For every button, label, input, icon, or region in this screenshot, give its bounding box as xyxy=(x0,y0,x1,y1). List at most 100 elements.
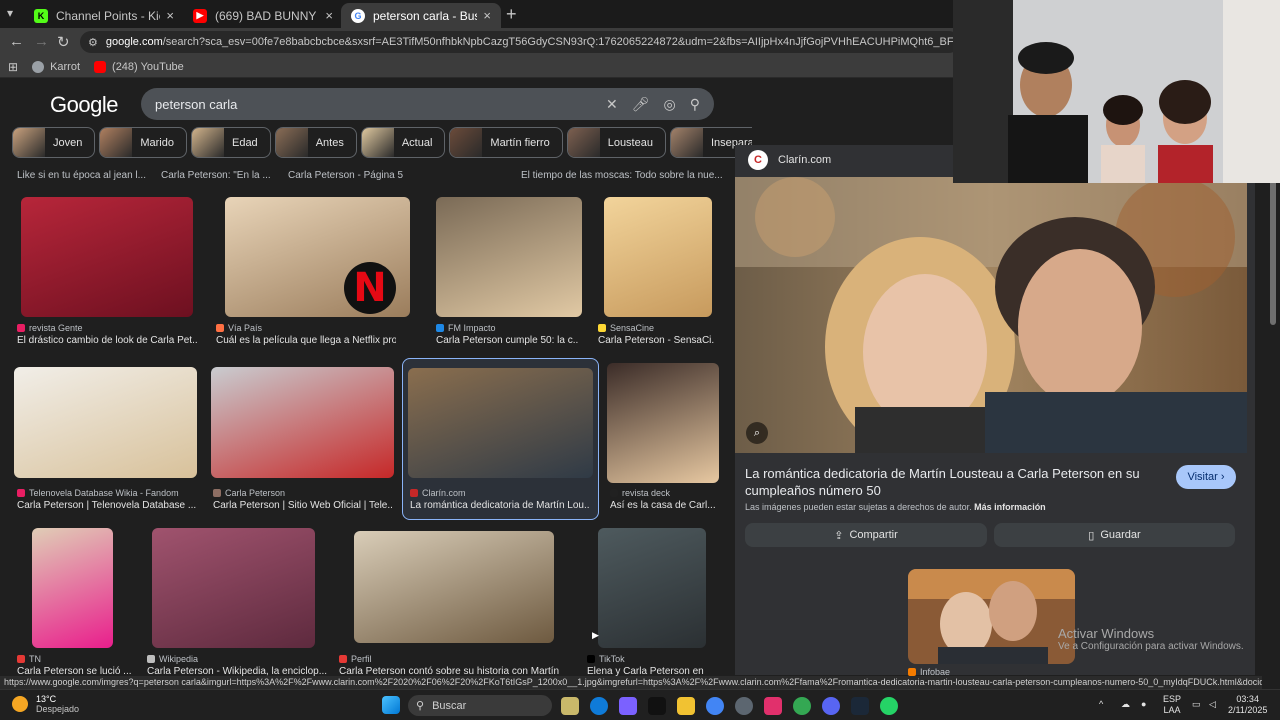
save-button[interactable]: ▯ Guardar xyxy=(994,523,1235,547)
search-box[interactable]: peterson carla ✕ 🎤︎ ◎ ⚲ xyxy=(141,88,714,120)
result-caption[interactable]: La romántica dedicatoria de Martín Lou..… xyxy=(410,500,590,511)
chip-1[interactable]: Marido xyxy=(99,127,187,158)
caption[interactable]: Like si en tu época al jean l... xyxy=(17,170,146,181)
clear-icon[interactable]: ✕ xyxy=(606,96,618,113)
result-source[interactable]: SensaCine xyxy=(598,323,654,333)
search-icon[interactable]: ⚲ xyxy=(690,96,700,113)
preview-image[interactable] xyxy=(735,177,1247,453)
taskbar-search[interactable]: ⚲ Buscar xyxy=(408,695,552,716)
result-caption[interactable]: Así es la casa de Carl... xyxy=(610,500,722,511)
reload-icon[interactable]: ↻ xyxy=(57,33,70,51)
result-caption[interactable]: Carla Peterson | Sitio Web Oficial | Tel… xyxy=(213,500,393,511)
bookmark-youtube[interactable]: (248) YouTube xyxy=(94,60,184,73)
chrome-icon[interactable] xyxy=(706,697,724,715)
weather-desc: Despejado xyxy=(36,704,80,714)
result-source[interactable]: Vía País xyxy=(216,323,262,333)
chevron-up-icon[interactable]: ^ xyxy=(1099,699,1103,710)
discord-icon[interactable] xyxy=(822,697,840,715)
result-source[interactable]: Clarín.com xyxy=(410,488,466,498)
page-scrollbar[interactable] xyxy=(1270,180,1276,325)
lens-icon[interactable]: ◎ xyxy=(664,96,676,113)
copilot-icon[interactable] xyxy=(619,697,637,715)
back-icon[interactable]: ← xyxy=(9,33,24,50)
edge-icon[interactable] xyxy=(590,697,608,715)
result-thumbnail[interactable] xyxy=(436,197,582,317)
result-thumbnail[interactable] xyxy=(32,528,113,648)
result-source[interactable]: revista Gente xyxy=(17,323,83,333)
chip-3[interactable]: Antes xyxy=(274,127,357,158)
chip-5[interactable]: Martín fierro xyxy=(449,127,563,158)
result-thumbnail[interactable] xyxy=(607,363,719,483)
visit-button[interactable]: Visitar › xyxy=(1176,465,1236,489)
new-tab-icon[interactable]: + xyxy=(506,4,517,25)
watermark-subtitle: Ve a Configuración para activar Windows. xyxy=(1058,641,1244,652)
lens-search-icon[interactable]: ⌕ xyxy=(746,422,768,444)
tab-kick[interactable]: K Channel Points - Kick Dashboard × xyxy=(24,3,184,28)
result-caption[interactable]: Carla Peterson | Telenovela Database ... xyxy=(17,500,197,511)
microphone-icon[interactable]: ● xyxy=(1141,699,1146,710)
result-thumbnail[interactable] xyxy=(354,531,554,643)
result-thumbnail[interactable] xyxy=(21,197,193,317)
instagram-icon[interactable] xyxy=(764,697,782,715)
google-logo[interactable]: Google xyxy=(50,92,118,118)
result-source[interactable]: Telenovela Database Wikia - Fandom xyxy=(17,488,179,498)
result-thumbnail[interactable] xyxy=(211,367,394,478)
caption[interactable]: Carla Peterson - Página 5 xyxy=(288,170,403,181)
share-button[interactable]: ⇪ Compartir xyxy=(745,523,987,547)
app-icon[interactable] xyxy=(735,697,753,715)
caption[interactable]: El tiempo de las moscas: Todo sobre la n… xyxy=(521,170,723,181)
caption[interactable]: Carla Peterson: "En la ... xyxy=(161,170,271,181)
result-thumbnail[interactable] xyxy=(408,368,593,478)
result-caption[interactable]: Carla Peterson - SensaCi... xyxy=(598,335,714,346)
preview-title[interactable]: La romántica dedicatoria de Martín Loust… xyxy=(745,465,1165,499)
chip-4[interactable]: Actual xyxy=(360,127,446,158)
widgets-icon[interactable] xyxy=(561,697,579,715)
apps-grid-icon[interactable]: ⊞ xyxy=(8,60,18,74)
cloud-icon[interactable]: ☁ xyxy=(1121,699,1130,710)
result-thumbnail[interactable] xyxy=(14,367,197,478)
weather-widget[interactable]: 13°C Despejado xyxy=(12,694,79,714)
chip-6[interactable]: Lousteau xyxy=(566,127,666,158)
forward-icon[interactable]: → xyxy=(34,33,49,50)
result-source[interactable]: Carla Peterson xyxy=(213,488,285,498)
tiktok-icon[interactable] xyxy=(648,697,666,715)
address-bar[interactable]: ⚙ google.com/search?sca_esv=00fe7e8babcb… xyxy=(80,31,960,53)
result-thumbnail[interactable] xyxy=(604,197,712,317)
close-icon[interactable]: × xyxy=(325,8,333,23)
result-caption[interactable]: Carla Peterson cumple 50: la c... xyxy=(436,335,578,346)
bookmark-karrot[interactable]: Karrot xyxy=(32,60,80,73)
chrome-profile-icon[interactable] xyxy=(793,697,811,715)
chip-0[interactable]: Joven xyxy=(12,127,96,158)
tab-search-icon[interactable]: ▾ xyxy=(7,6,13,20)
search-input[interactable]: peterson carla xyxy=(155,97,606,112)
close-icon[interactable]: × xyxy=(166,8,174,23)
more-info-link[interactable]: Más información xyxy=(974,502,1046,512)
result-caption[interactable]: El drástico cambio de look de Carla Pet.… xyxy=(17,335,197,346)
whatsapp-icon[interactable] xyxy=(880,697,898,715)
language-indicator[interactable]: ESP LAA xyxy=(1163,694,1181,716)
result-thumbnail[interactable] xyxy=(152,528,315,648)
result-source[interactable]: FM Impacto xyxy=(436,323,496,333)
result-thumbnail[interactable] xyxy=(598,528,706,648)
chip-2[interactable]: Edad xyxy=(190,127,271,158)
result-source[interactable]: TN xyxy=(17,654,41,664)
panel-source[interactable]: C Clarín.com xyxy=(748,150,831,170)
tab-google-search[interactable]: G peterson carla - Buscar con Google × xyxy=(341,3,501,28)
result-source[interactable]: revista deck xyxy=(610,488,670,498)
site-info-icon[interactable]: ⚙ xyxy=(88,36,98,49)
result-source[interactable]: TikTok xyxy=(587,654,625,664)
close-icon[interactable]: × xyxy=(483,8,491,23)
result-caption[interactable]: Cuál es la película que llega a Netflix … xyxy=(216,335,396,346)
tab-youtube[interactable]: ▶ (669) BAD BUNNY x DRAKE - MÍA × xyxy=(183,3,343,28)
share-icon: ⇪ xyxy=(834,529,844,542)
microphone-icon[interactable]: 🎤︎ xyxy=(632,96,650,113)
file-explorer-icon[interactable] xyxy=(677,697,695,715)
related-image[interactable] xyxy=(908,569,1075,664)
steam-icon[interactable] xyxy=(851,697,869,715)
network-icon[interactable]: ▭ xyxy=(1192,699,1201,710)
clock[interactable]: 03:34 2/11/2025 xyxy=(1228,694,1267,716)
volume-icon[interactable]: ◁ xyxy=(1209,699,1216,710)
windows-start-icon[interactable] xyxy=(382,696,400,714)
result-source[interactable]: Perfil xyxy=(339,654,372,664)
result-source[interactable]: Wikipedia xyxy=(147,654,198,664)
